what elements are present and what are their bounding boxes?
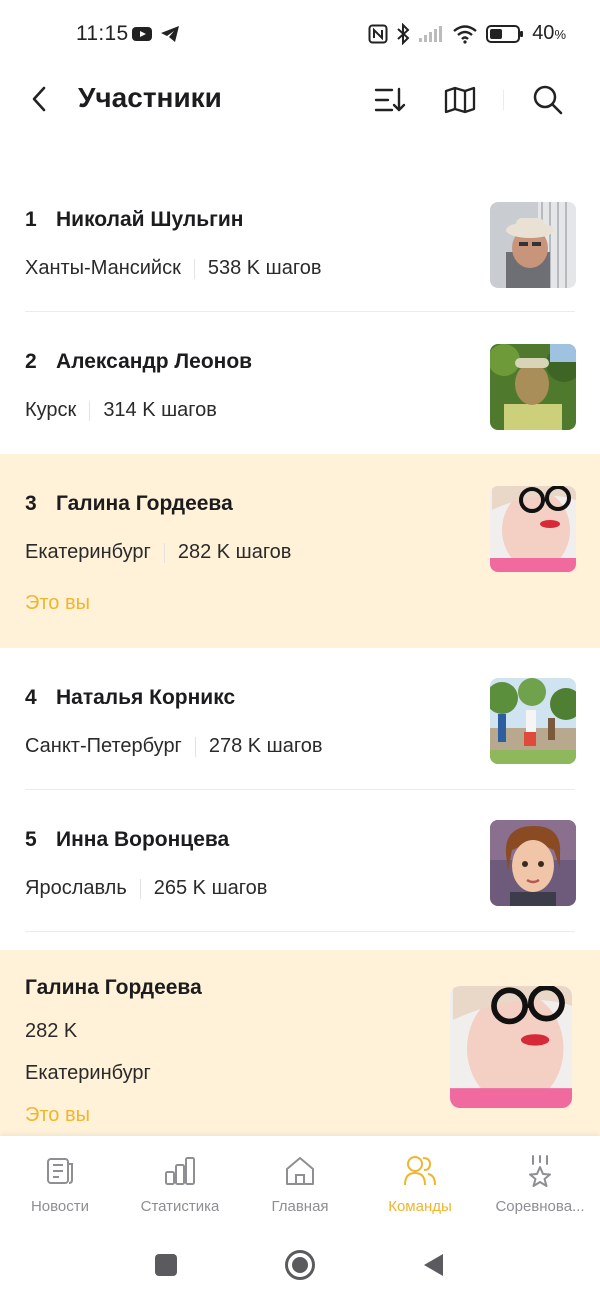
tab-label: Статистика bbox=[140, 1198, 220, 1215]
participant-name: Наталья Корникс bbox=[56, 686, 236, 709]
sort-icon bbox=[374, 87, 406, 112]
current-user-avatar bbox=[450, 986, 572, 1108]
row-divider bbox=[25, 931, 575, 932]
avatar bbox=[490, 344, 576, 430]
participant-name: Галина Гордеева bbox=[56, 492, 233, 515]
tab-label: Команды bbox=[388, 1198, 452, 1215]
participant-meta: Ярославль 265 K шагов bbox=[25, 877, 267, 900]
avatar bbox=[490, 820, 576, 906]
current-user-steps: 282 K bbox=[25, 1020, 78, 1042]
system-nav-bar bbox=[0, 1228, 600, 1299]
participant-rank: 2 bbox=[25, 350, 37, 373]
participant-row[interactable]: 5 Инна Воронцева Ярославль 265 K шагов bbox=[0, 790, 600, 932]
meta-divider bbox=[89, 400, 91, 421]
meta-divider bbox=[193, 258, 195, 279]
triangle-back-icon bbox=[424, 1254, 443, 1276]
trophy-icon bbox=[529, 1155, 551, 1187]
back-nav-button[interactable] bbox=[416, 1248, 450, 1282]
chevron-left-icon bbox=[32, 86, 46, 112]
avatar bbox=[490, 202, 576, 288]
back-button[interactable] bbox=[22, 82, 56, 116]
participant-steps: 278 K шагов bbox=[208, 735, 323, 757]
participant-row[interactable]: 2 Александр Леонов Курск 314 K шагов bbox=[0, 312, 600, 454]
participant-rank: 1 bbox=[25, 208, 37, 231]
participant-steps: 282 K шагов bbox=[177, 541, 292, 563]
stats-icon bbox=[165, 1157, 195, 1185]
participant-name: Инна Воронцева bbox=[56, 828, 230, 851]
participant-steps: 314 K шагов bbox=[103, 399, 217, 421]
status-time: 11:15 bbox=[76, 22, 129, 45]
tab-competitions[interactable]: Соревнова... bbox=[480, 1136, 600, 1228]
page-title: Участники bbox=[78, 82, 222, 113]
participant-city: Ханты-Мансийск bbox=[25, 257, 181, 279]
meta-divider bbox=[139, 878, 141, 899]
you-label: Это вы bbox=[25, 1104, 90, 1126]
battery-level: 40% bbox=[532, 22, 566, 44]
participant-steps: 265 K шагов bbox=[153, 877, 268, 899]
battery-icon bbox=[486, 24, 524, 43]
tab-news[interactable]: Новости bbox=[0, 1136, 120, 1228]
participant-meta: Екатеринбург 282 K шагов bbox=[25, 541, 291, 564]
you-label: Это вы bbox=[25, 592, 90, 614]
home-nav-button[interactable] bbox=[283, 1248, 317, 1282]
news-icon bbox=[47, 1158, 73, 1184]
square-icon bbox=[155, 1254, 177, 1276]
current-user-card[interactable]: Галина Гордеева 282 K Екатеринбург Это в… bbox=[0, 950, 600, 1136]
participant-row[interactable]: 1 Николай Шульгин Ханты-Мансийск 538 K ш… bbox=[0, 170, 600, 312]
home-icon bbox=[286, 1157, 314, 1185]
status-bar: 11:15 40% bbox=[0, 0, 600, 68]
participant-city: Санкт-Петербург bbox=[25, 735, 182, 757]
tab-label: Новости bbox=[30, 1198, 90, 1215]
tab-teams[interactable]: Команды bbox=[360, 1136, 480, 1228]
signal-icon bbox=[419, 25, 443, 42]
participant-rank: 5 bbox=[25, 828, 37, 851]
circle-icon bbox=[285, 1250, 315, 1280]
participant-name: Николай Шульгин bbox=[56, 208, 244, 231]
participant-rank: 4 bbox=[25, 686, 37, 709]
recents-button[interactable] bbox=[149, 1248, 183, 1282]
search-icon bbox=[533, 85, 563, 115]
app-bar: Участники bbox=[0, 68, 600, 132]
participant-rank: 3 bbox=[25, 492, 37, 515]
teams-icon bbox=[404, 1156, 436, 1186]
search-button[interactable] bbox=[528, 80, 568, 120]
avatar bbox=[490, 486, 576, 572]
participant-meta: Санкт-Петербург 278 K шагов bbox=[25, 735, 322, 758]
participant-city: Курск bbox=[25, 399, 77, 421]
meta-divider bbox=[194, 736, 196, 757]
participant-steps: 538 K шагов bbox=[207, 257, 322, 279]
sort-button[interactable] bbox=[370, 80, 410, 120]
bottom-tab-bar: Новости Статистика Главная Команды Сорев… bbox=[0, 1136, 600, 1228]
participant-meta: Ханты-Мансийск 538 K шагов bbox=[25, 257, 321, 280]
telegram-icon bbox=[161, 26, 179, 42]
avatar bbox=[490, 678, 576, 764]
map-button[interactable] bbox=[440, 80, 480, 120]
youtube-icon bbox=[132, 27, 152, 41]
tab-label: Главная bbox=[271, 1198, 329, 1215]
current-user-name: Галина Гордеева bbox=[25, 976, 202, 999]
map-icon bbox=[444, 86, 476, 114]
tab-home[interactable]: Главная bbox=[240, 1136, 360, 1228]
participant-city: Ярославль bbox=[25, 877, 127, 899]
current-user-city: Екатеринбург bbox=[25, 1062, 151, 1084]
tab-stats[interactable]: Статистика bbox=[120, 1136, 240, 1228]
participant-meta: Курск 314 K шагов bbox=[25, 399, 217, 422]
participant-row-current[interactable]: 3 Галина Гордеева Екатеринбург 282 K шаг… bbox=[0, 454, 600, 648]
nfc-icon bbox=[368, 24, 388, 43]
wifi-icon bbox=[453, 24, 477, 44]
tab-label: Соревнова... bbox=[495, 1198, 585, 1215]
participant-city: Екатеринбург bbox=[25, 541, 151, 563]
bluetooth-icon bbox=[397, 22, 410, 45]
participant-row[interactable]: 4 Наталья Корникс Санкт-Петербург 278 K … bbox=[0, 648, 600, 790]
appbar-divider bbox=[503, 90, 504, 110]
participant-name: Александр Леонов bbox=[56, 350, 253, 373]
meta-divider bbox=[163, 542, 165, 563]
